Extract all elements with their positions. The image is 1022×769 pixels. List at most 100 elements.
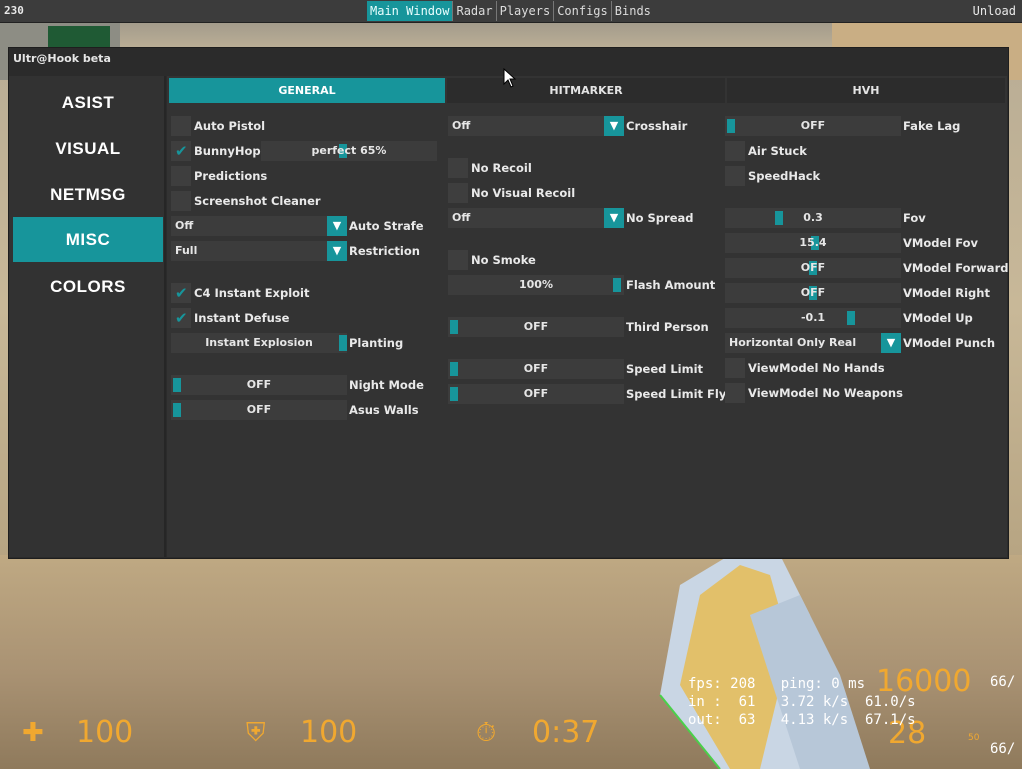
instant-defuse-checkbox[interactable]: ✔ — [171, 308, 191, 328]
no-visual-recoil-checkbox[interactable] — [448, 183, 468, 203]
no-recoil-label: No Recoil — [471, 161, 532, 175]
third-person-label: Third Person — [626, 320, 709, 334]
viewmodel-no-hands-label: ViewModel No Hands — [748, 361, 885, 375]
vmodel-forward-label: VModel Forward — [903, 261, 1009, 275]
slider-knob[interactable] — [450, 387, 458, 401]
bunnyhop-slider[interactable]: perfect 65% — [261, 141, 437, 161]
slider-knob[interactable] — [775, 211, 783, 225]
tab-players[interactable]: Players — [497, 1, 555, 21]
slider-knob[interactable] — [613, 278, 621, 292]
vmodel-up-label: VModel Up — [903, 311, 973, 325]
no-spread-dropdown[interactable]: Off ▼ — [448, 208, 624, 228]
fake-lag-slider[interactable]: OFF — [725, 116, 901, 136]
vmodel-forward-value: OFF — [800, 261, 826, 274]
slider-knob[interactable] — [173, 403, 181, 417]
bunnyhop-slider-value: perfect 65% — [311, 144, 387, 157]
content-area: GENERAL HITMARKER HVH Auto Pistol ✔ Bunn… — [167, 76, 1009, 557]
flash-amount-slider[interactable]: 100% — [448, 275, 624, 295]
predictions-checkbox[interactable] — [171, 166, 191, 186]
crosshair-value: Off — [452, 119, 471, 132]
c4-instant-exploit-label: C4 Instant Exploit — [194, 286, 310, 300]
check-icon: ✔ — [175, 142, 188, 160]
scene-green-sign — [48, 26, 110, 48]
chevron-down-icon[interactable]: ▼ — [881, 333, 901, 353]
armor-shield-icon: ⛨ — [246, 718, 266, 748]
auto-strafe-dropdown[interactable]: Off ▼ — [171, 216, 347, 236]
tab-general[interactable]: GENERAL — [169, 78, 445, 103]
vmodel-right-slider[interactable]: OFF — [725, 283, 901, 303]
asus-walls-slider[interactable]: OFF — [171, 400, 347, 420]
instant-defuse-label: Instant Defuse — [194, 311, 290, 325]
viewmodel-no-weapons-checkbox[interactable] — [725, 383, 745, 403]
flash-amount-label: Flash Amount — [626, 278, 716, 292]
air-stuck-checkbox[interactable] — [725, 141, 745, 161]
sidebar-item-colors[interactable]: COLORS — [13, 264, 163, 309]
tab-main-window[interactable]: Main Window — [367, 1, 454, 21]
fov-label: Fov — [903, 211, 926, 225]
vmodel-up-slider[interactable]: -0.1 — [725, 308, 901, 328]
fov-slider[interactable]: 0.3 — [725, 208, 901, 228]
chevron-down-icon[interactable]: ▼ — [327, 241, 347, 261]
sidebar-item-asist[interactable]: ASIST — [13, 80, 163, 125]
restriction-dropdown[interactable]: Full ▼ — [171, 241, 347, 261]
no-smoke-checkbox[interactable] — [448, 250, 468, 270]
vmodel-fov-value: 15.4 — [799, 236, 827, 249]
speed-limit-label: Speed Limit — [626, 362, 704, 376]
vmodel-punch-dropdown[interactable]: Horizontal Only Real ▼ — [725, 333, 901, 353]
top-bar: 230 Main Window Radar Players Configs Bi… — [0, 0, 1022, 23]
chevron-down-icon[interactable]: ▼ — [327, 216, 347, 236]
window-title: Ultr@Hook beta — [13, 52, 111, 65]
fov-value: 0.3 — [803, 211, 823, 224]
night-mode-slider[interactable]: OFF — [171, 375, 347, 395]
tab-binds[interactable]: Binds — [612, 1, 654, 21]
crosshair-dropdown[interactable]: Off ▼ — [448, 116, 624, 136]
c4-instant-exploit-checkbox[interactable]: ✔ — [171, 283, 191, 303]
bunnyhop-checkbox[interactable]: ✔ — [171, 141, 191, 161]
screenshot-cleaner-checkbox[interactable] — [171, 191, 191, 211]
sidebar-item-misc[interactable]: MISC — [13, 217, 163, 262]
no-smoke-label: No Smoke — [471, 253, 536, 267]
speed-limit-slider[interactable]: OFF — [448, 359, 624, 379]
third-person-value: OFF — [523, 320, 549, 333]
slider-knob[interactable] — [727, 119, 735, 133]
armor-value: 100 — [300, 715, 358, 750]
cheat-menu-window: Ultr@Hook beta ASIST VISUAL NETMSG MISC … — [8, 47, 1009, 559]
speedhack-checkbox[interactable] — [725, 166, 745, 186]
slider-knob[interactable] — [450, 362, 458, 376]
sidebar-item-visual[interactable]: VISUAL — [13, 126, 163, 171]
night-mode-label: Night Mode — [349, 378, 424, 392]
sidebar-item-netmsg[interactable]: NETMSG — [13, 172, 163, 217]
unload-button[interactable]: Unload — [973, 4, 1016, 18]
fps-counter: 230 — [4, 4, 24, 17]
vmodel-right-value: OFF — [800, 286, 826, 299]
no-recoil-checkbox[interactable] — [448, 158, 468, 178]
no-spread-label: No Spread — [626, 211, 694, 225]
asus-walls-label: Asus Walls — [349, 403, 419, 417]
bunnyhop-label: BunnyHop — [194, 144, 261, 158]
chevron-down-icon[interactable]: ▼ — [604, 116, 624, 136]
timer-stopwatch-icon: ⏱ — [476, 718, 497, 748]
chevron-down-icon[interactable]: ▼ — [604, 208, 624, 228]
selector-knob — [339, 335, 347, 351]
tab-hvh[interactable]: HVH — [727, 78, 1005, 103]
weapon-viewmodel — [659, 555, 870, 769]
net-graph-line-2: in : 61 3.72 k/s 61.0/s — [688, 694, 916, 710]
air-stuck-label: Air Stuck — [748, 144, 807, 158]
planting-selector[interactable]: Instant Explosion — [171, 333, 347, 353]
auto-pistol-checkbox[interactable] — [171, 116, 191, 136]
tab-configs[interactable]: Configs — [554, 1, 612, 21]
slider-knob[interactable] — [847, 311, 855, 325]
slider-knob[interactable] — [173, 378, 181, 392]
slider-knob[interactable] — [450, 320, 458, 334]
speed-limit-fly-slider[interactable]: OFF — [448, 384, 624, 404]
check-icon: ✔ — [175, 284, 188, 302]
vmodel-forward-slider[interactable]: OFF — [725, 258, 901, 278]
restriction-label: Restriction — [349, 244, 420, 258]
viewmodel-no-hands-checkbox[interactable] — [725, 358, 745, 378]
vmodel-fov-slider[interactable]: 15.4 — [725, 233, 901, 253]
tab-hitmarker[interactable]: HITMARKER — [447, 78, 725, 103]
net-graph: fps: 208 ping: 0 ms in : 61 3.72 k/s 61.0… — [688, 675, 916, 729]
third-person-slider[interactable]: OFF — [448, 317, 624, 337]
hud-right-top: 66/ — [990, 674, 1016, 690]
tab-radar[interactable]: Radar — [453, 1, 497, 21]
